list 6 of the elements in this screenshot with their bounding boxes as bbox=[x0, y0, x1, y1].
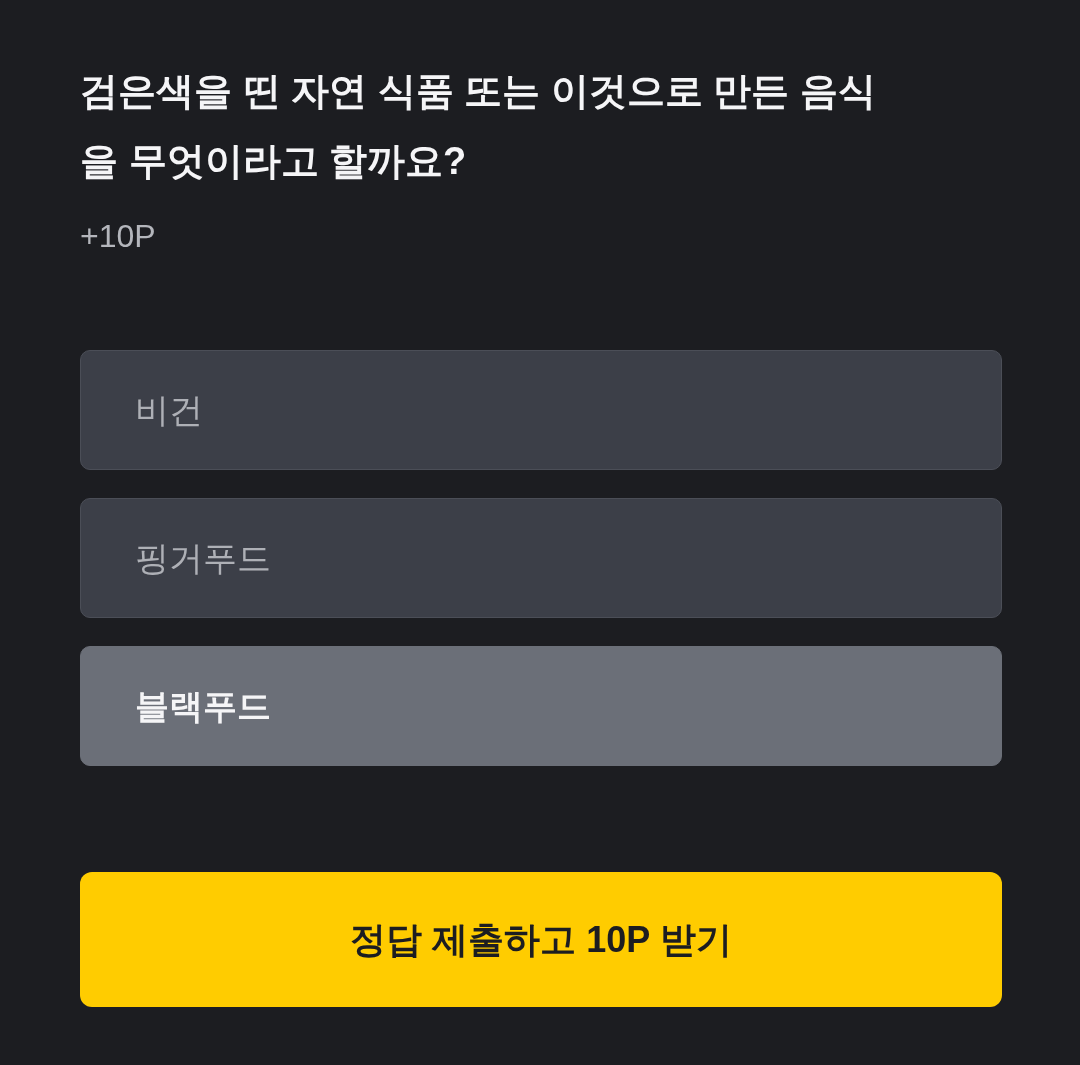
question-text: 검은색을 띤 자연 식품 또는 이것으로 만든 음식을 무엇이라고 할까요? bbox=[80, 69, 877, 184]
submit-button[interactable]: 정답 제출하고 10P 받기 bbox=[80, 872, 1002, 1007]
answer-option[interactable]: 비건 bbox=[80, 350, 1002, 470]
answer-option[interactable]: 핑거푸드 bbox=[80, 498, 1002, 618]
points-label: +10P bbox=[80, 217, 156, 256]
answer-option[interactable]: 블랙푸드 bbox=[80, 646, 1002, 766]
